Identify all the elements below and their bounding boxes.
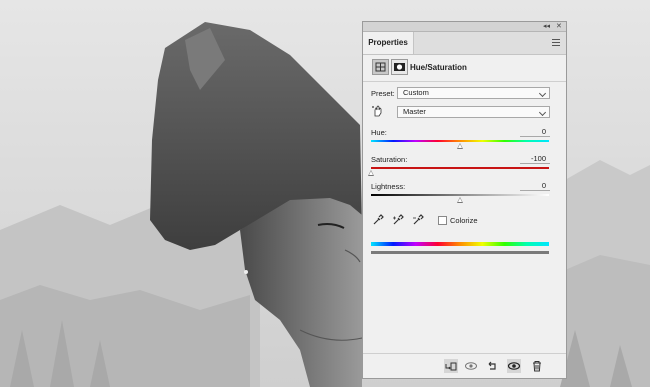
input-color-bar xyxy=(371,242,549,246)
clip-to-layer-icon[interactable] xyxy=(444,359,458,373)
hue-saturation-icon[interactable] xyxy=(372,59,389,75)
eyedropper-subtract-icon[interactable] xyxy=(412,214,424,226)
divider xyxy=(363,81,566,82)
hue-slider-thumb[interactable] xyxy=(457,143,463,149)
adjustment-title: Hue/Saturation xyxy=(410,63,467,72)
adjustment-header: Hue/Saturation xyxy=(363,55,566,80)
hue-slider-track[interactable] xyxy=(371,140,549,142)
eye-icon[interactable] xyxy=(507,359,521,373)
layer-mask-icon[interactable] xyxy=(391,59,408,75)
tab-properties[interactable]: Properties xyxy=(363,32,414,54)
preset-select[interactable]: Custom xyxy=(397,87,550,99)
colorize-checkbox[interactable] xyxy=(438,216,447,225)
reset-icon[interactable] xyxy=(485,359,499,373)
panel-titlebar: ◂◂ ✕ xyxy=(363,22,566,32)
targeted-adjustment-hand-icon[interactable] xyxy=(372,105,384,117)
channel-select[interactable]: Master xyxy=(397,106,550,118)
saturation-value[interactable]: -100 xyxy=(520,154,550,164)
lightness-label: Lightness: xyxy=(371,182,406,191)
trash-icon[interactable] xyxy=(530,359,544,373)
close-icon[interactable]: ✕ xyxy=(556,22,562,31)
saturation-slider-thumb[interactable] xyxy=(368,170,374,176)
double-chevron-icon[interactable]: ◂◂ xyxy=(543,22,550,31)
chevron-down-icon xyxy=(538,89,547,98)
chevron-down-icon xyxy=(538,108,547,117)
properties-panel: ◂◂ ✕ Properties Hue/Saturation Preset: C… xyxy=(362,21,567,379)
lightness-slider-thumb[interactable] xyxy=(457,197,463,203)
preset-value: Custom xyxy=(403,88,429,97)
saturation-label: Saturation: xyxy=(371,155,408,164)
hue-value[interactable]: 0 xyxy=(520,127,550,137)
channel-value: Master xyxy=(403,107,426,116)
lightness-slider-track[interactable] xyxy=(371,194,549,196)
lightness-value[interactable]: 0 xyxy=(520,181,550,191)
preset-label: Preset: xyxy=(371,89,395,98)
panel-menu-icon[interactable] xyxy=(552,39,560,46)
colorize-label: Colorize xyxy=(450,216,478,225)
panel-footer xyxy=(363,353,566,378)
view-previous-icon[interactable] xyxy=(464,359,478,373)
eyedropper-add-icon[interactable] xyxy=(392,214,404,226)
eyedropper-icon[interactable] xyxy=(372,214,384,226)
panel-tabbar: Properties xyxy=(363,32,566,55)
hue-label: Hue: xyxy=(371,128,387,137)
output-color-bar xyxy=(371,251,549,254)
saturation-slider-track[interactable] xyxy=(371,167,549,169)
